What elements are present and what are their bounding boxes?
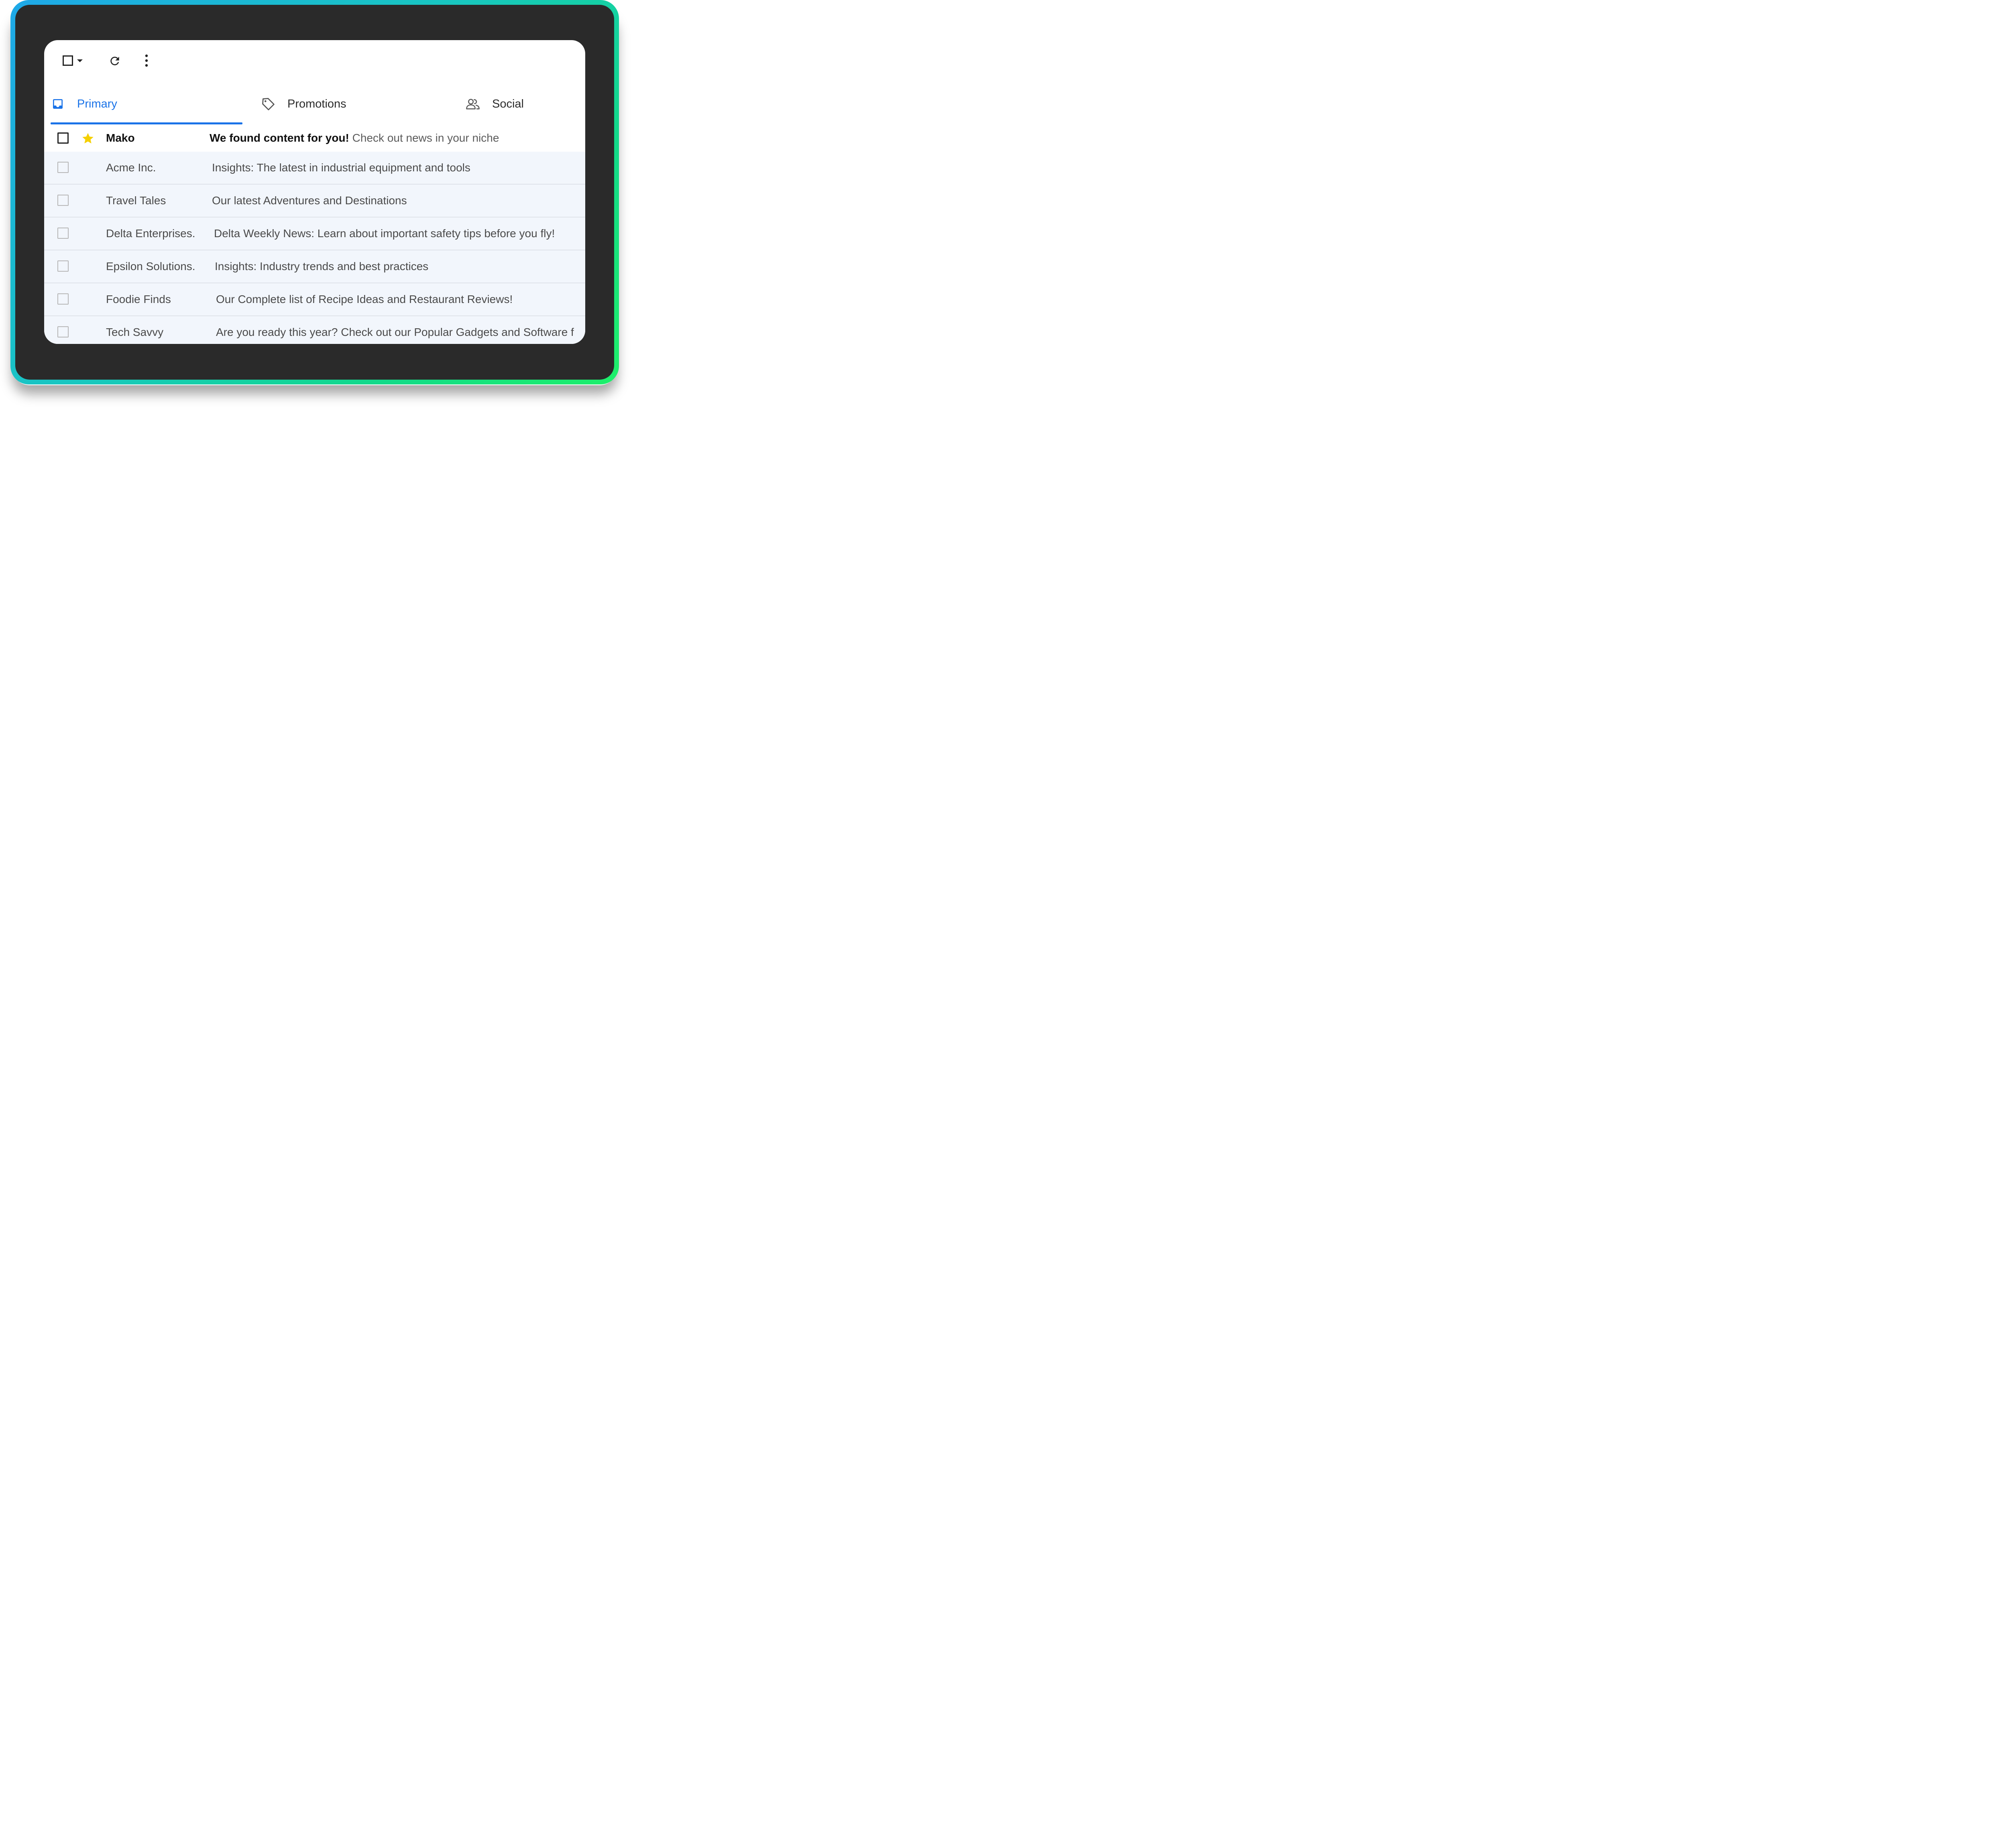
email-subject-title: We found content for you! <box>210 132 349 144</box>
inbox-icon <box>51 97 65 111</box>
email-sender: Epsilon Solutions. <box>106 260 195 272</box>
caret-down-icon <box>77 59 83 62</box>
email-list: Mako We found content for you! Check out… <box>44 124 585 344</box>
tab-promotions-label: Promotions <box>287 97 346 110</box>
email-sender: Delta Enterprises. <box>106 227 195 240</box>
mail-window: Primary Promotions Social Mako We found … <box>44 40 585 344</box>
row-checkbox[interactable] <box>57 260 69 272</box>
tab-social[interactable]: Social <box>466 84 582 124</box>
category-tabs: Primary Promotions Social <box>44 84 585 124</box>
email-sender: Acme Inc. <box>106 161 156 174</box>
tab-social-label: Social <box>492 97 524 110</box>
star-icon[interactable] <box>81 132 95 145</box>
more-options-button[interactable] <box>142 54 151 67</box>
row-checkbox[interactable] <box>57 326 69 337</box>
email-sender: Travel Tales <box>106 194 166 207</box>
tag-icon <box>261 97 275 111</box>
email-subject: We found content for you! Check out news… <box>210 124 499 152</box>
email-subject: Insights: Industry trends and best pract… <box>215 260 429 272</box>
email-sender: Tech Savvy <box>106 326 164 338</box>
toolbar <box>44 40 585 84</box>
refresh-button[interactable] <box>108 55 122 67</box>
email-row[interactable]: Tech Savvy Are you ready this year? Chec… <box>44 316 585 344</box>
email-row[interactable]: Acme Inc. Insights: The latest in indust… <box>44 152 585 185</box>
tab-primary-label: Primary <box>77 97 117 110</box>
email-subject: Our latest Adventures and Destinations <box>212 194 407 207</box>
email-subject: Delta Weekly News: Learn about important… <box>214 227 555 240</box>
tab-promotions[interactable]: Promotions <box>261 84 438 124</box>
email-row[interactable]: Mako We found content for you! Check out… <box>44 124 585 152</box>
row-checkbox[interactable] <box>57 293 69 305</box>
row-checkbox[interactable] <box>57 132 69 144</box>
more-vert-icon <box>145 54 148 67</box>
row-checkbox[interactable] <box>57 195 69 206</box>
row-checkbox[interactable] <box>57 228 69 239</box>
email-snippet: Check out news in your niche <box>349 132 499 144</box>
tab-primary[interactable]: Primary <box>51 84 242 124</box>
checkbox-icon <box>63 55 73 66</box>
email-row[interactable]: Epsilon Solutions. Insights: Industry tr… <box>44 250 585 283</box>
select-all-button[interactable] <box>59 55 87 67</box>
email-subject: Our Complete list of Recipe Ideas and Re… <box>216 293 513 305</box>
email-row[interactable]: Foodie Finds Our Complete list of Recipe… <box>44 283 585 316</box>
row-checkbox[interactable] <box>57 162 69 173</box>
email-subject: Are you ready this year? Check out our P… <box>216 326 574 338</box>
email-row[interactable]: Travel Tales Our latest Adventures and D… <box>44 185 585 218</box>
refresh-icon <box>110 57 119 65</box>
email-row[interactable]: Delta Enterprises. Delta Weekly News: Le… <box>44 218 585 250</box>
email-subject: Insights: The latest in industrial equip… <box>212 161 470 174</box>
email-sender: Foodie Finds <box>106 293 171 305</box>
email-sender: Mako <box>106 132 135 144</box>
people-icon <box>466 97 480 111</box>
